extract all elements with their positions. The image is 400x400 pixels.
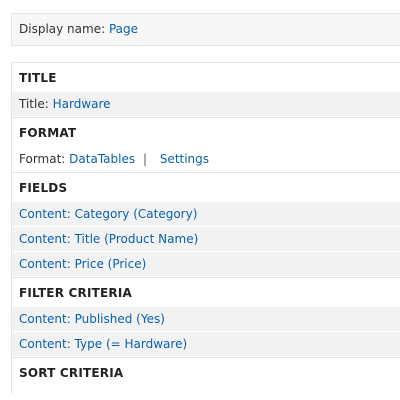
field-title-link[interactable]: Content: Title (Product Name) [19, 232, 198, 246]
title-row: Title: Hardware [12, 92, 400, 117]
sort-criteria-section-header: SORT CRITERIA [12, 357, 400, 387]
filter-type-link[interactable]: Content: Type (= Hardware) [19, 337, 187, 351]
title-label: Title: [19, 97, 49, 111]
display-name-label: Display name: [19, 22, 106, 36]
format-label: Format: [19, 152, 66, 166]
title-value-link[interactable]: Hardware [53, 97, 111, 111]
field-category-link[interactable]: Content: Category (Category) [19, 207, 197, 221]
filter-published-link[interactable]: Content: Published (Yes) [19, 312, 165, 326]
field-price-link[interactable]: Content: Price (Price) [19, 257, 146, 271]
format-settings-link[interactable]: Settings [160, 152, 209, 166]
title-section-header: TITLE [19, 71, 57, 85]
display-name-box: Display name: Page [11, 13, 400, 46]
format-section-header: FORMAT [12, 117, 400, 147]
views-ui-page: Display name: Page TITLE Title: Hardware… [0, 0, 400, 400]
field-item-title: Content: Title (Product Name) [12, 227, 400, 252]
format-value-link[interactable]: DataTables [69, 152, 135, 166]
format-row: Format: DataTables | Settings [12, 147, 400, 172]
filter-item-type: Content: Type (= Hardware) [12, 332, 400, 357]
fields-section-header: FIELDS [12, 172, 400, 202]
field-item-price: Content: Price (Price) [12, 252, 400, 277]
field-item-category: Content: Category (Category) [12, 202, 400, 227]
view-settings-panel: TITLE Title: Hardware FORMAT Format: Dat… [11, 62, 400, 394]
filter-criteria-section-header: FILTER CRITERIA [12, 277, 400, 307]
filter-item-published: Content: Published (Yes) [12, 307, 400, 332]
format-separator: | [142, 152, 147, 166]
display-name-link[interactable]: Page [109, 22, 138, 36]
